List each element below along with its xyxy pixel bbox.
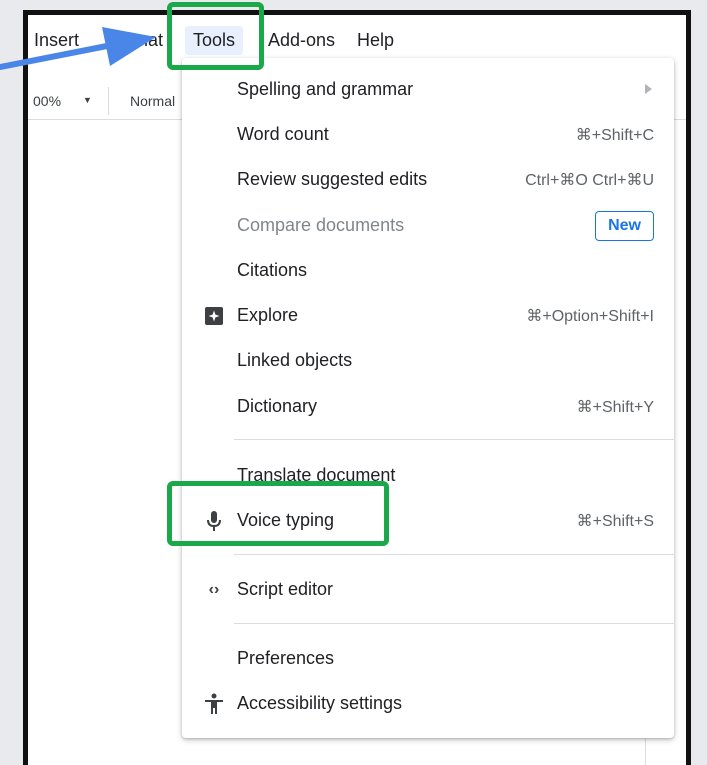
shortcut-label: Ctrl+⌘O Ctrl+⌘U [525,172,654,189]
highlight-tools-menu [167,2,264,70]
chevron-down-icon[interactable]: ▼ [83,95,92,105]
menu-item-label: Accessibility settings [237,693,403,713]
shortcut-label: ⌘+Shift+C [575,127,654,144]
menu-item-preferences[interactable]: Preferences [182,637,674,681]
shortcut-label: ⌘+Option+Shift+I [526,308,654,325]
menu-item-label: Script editor [237,579,334,599]
menu-item-label: Spelling and grammar [237,79,414,99]
menu-item-label: Citations [237,260,308,280]
shortcut-label: ⌘+Shift+S [576,513,654,530]
new-badge: New [595,211,654,241]
menu-item-label: Linked objects [237,350,353,370]
menu-item-compare-documents[interactable]: Compare documents New [182,204,674,248]
menu-format[interactable]: Format [106,30,163,51]
menu-divider [234,554,674,555]
menu-divider [234,623,674,624]
menu-item-spelling-grammar[interactable]: Spelling and grammar [182,68,674,112]
ruler-marker: - [686,111,691,132]
menu-divider [234,439,674,440]
menu-item-label: Dictionary [237,396,318,416]
menu-item-citations[interactable]: Citations [182,249,674,293]
menu-item-label: Word count [237,124,329,144]
menu-item-dictionary[interactable]: Dictionary ⌘+Shift+Y [182,385,674,429]
paragraph-style-select[interactable]: Normal [130,93,175,109]
menu-item-script-editor[interactable]: ‹› Script editor [182,568,674,612]
menu-item-explore[interactable]: Explore ⌘+Option+Shift+I [182,294,674,338]
menu-item-word-count[interactable]: Word count ⌘+Shift+C [182,113,674,157]
menu-item-accessibility-settings[interactable]: Accessibility settings [182,682,674,726]
tools-dropdown-menu: Spelling and grammar Word count ⌘+Shift+… [182,58,674,738]
menu-item-label: Explore [237,305,299,325]
menu-item-linked-objects[interactable]: Linked objects [182,339,674,383]
explore-icon [202,304,226,328]
zoom-select[interactable]: 00% [33,93,61,109]
menu-item-label: Compare documents [237,215,405,235]
menu-help[interactable]: Help [357,30,394,51]
accessibility-icon [202,692,226,716]
menu-item-review-suggested-edits[interactable]: Review suggested edits Ctrl+⌘O Ctrl+⌘U [182,158,674,202]
menu-add-ons[interactable]: Add-ons [268,30,335,51]
submenu-arrow-icon [645,84,652,94]
menu-item-label: Preferences [237,648,335,668]
shortcut-label: ⌘+Shift+Y [576,399,654,416]
menu-item-label: Review suggested edits [237,169,428,189]
code-icon: ‹› [208,581,220,598]
toolbar-divider [108,87,109,115]
menu-insert[interactable]: Insert [34,30,79,51]
highlight-voice-typing [167,481,389,546]
